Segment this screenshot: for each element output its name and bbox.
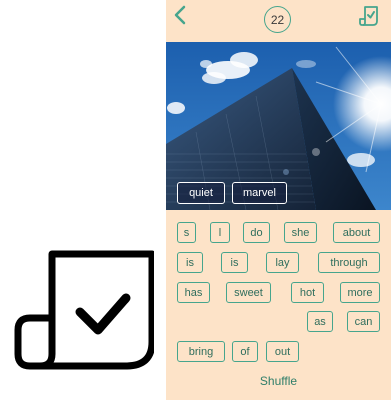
word-tile[interactable]: lay	[266, 252, 299, 273]
score-badge: 22	[264, 6, 291, 33]
word-tile[interactable]: l	[210, 222, 230, 243]
chevron-left-icon[interactable]	[171, 4, 189, 26]
word-tile[interactable]: has	[177, 282, 210, 303]
word-tile[interactable]: s	[177, 222, 196, 243]
word-tile[interactable]: bring	[177, 341, 225, 362]
word-tile[interactable]: as	[307, 311, 333, 332]
word-tile[interactable]: sweet	[226, 282, 271, 303]
document-check-icon[interactable]	[359, 5, 379, 27]
word-tile[interactable]: out	[266, 341, 299, 362]
game-screen: 22 quiet marvel s l do she about is is l…	[166, 0, 391, 400]
word-tile[interactable]: hot	[291, 282, 324, 303]
shuffle-button[interactable]: Shuffle	[256, 374, 301, 388]
document-check-logo	[14, 250, 154, 370]
word-tile[interactable]: through	[318, 252, 380, 273]
word-tile[interactable]: she	[284, 222, 317, 243]
word-tile[interactable]: about	[333, 222, 380, 243]
word-tile[interactable]: is	[221, 252, 248, 273]
word-tile[interactable]: of	[232, 341, 258, 362]
word-tile[interactable]: do	[243, 222, 270, 243]
word-tile[interactable]: is	[177, 252, 203, 273]
answer-word[interactable]: marvel	[232, 182, 287, 204]
word-tile[interactable]: can	[347, 311, 380, 332]
word-tile[interactable]: more	[340, 282, 380, 303]
answer-word[interactable]: quiet	[177, 182, 225, 204]
